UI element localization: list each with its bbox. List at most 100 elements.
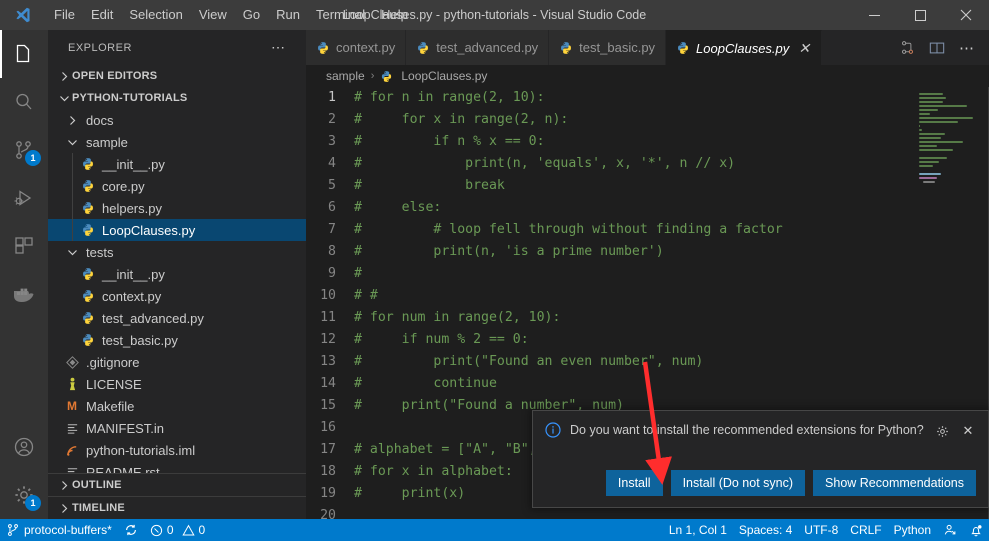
tree-item-label: core.py	[102, 178, 145, 194]
line-number: 3	[328, 134, 336, 149]
text-icon	[64, 464, 80, 473]
tree-item-makefile[interactable]: M Makefile	[48, 395, 306, 417]
show-recommendations-button[interactable]: Show Recommendations	[813, 470, 976, 496]
python-icon	[80, 266, 96, 282]
warning-icon	[181, 524, 195, 535]
menu-view[interactable]: View	[191, 0, 235, 30]
section-workspace[interactable]: PYTHON-TUTORIALS	[48, 87, 306, 109]
status-error-count: 0	[166, 523, 174, 537]
activity-search[interactable]	[0, 78, 48, 126]
minimap-line	[923, 181, 935, 183]
tree-item-gitignore[interactable]: .gitignore	[48, 351, 306, 373]
maximize-button[interactable]	[897, 0, 943, 30]
line-number: 10	[320, 288, 336, 303]
line-text: # print("Found an even number", num)	[354, 354, 704, 369]
menu-go[interactable]: Go	[235, 0, 268, 30]
activity-extensions[interactable]	[0, 222, 48, 270]
section-timeline[interactable]: TIMELINE	[48, 496, 306, 519]
python-icon	[416, 41, 430, 55]
tree-item-loopclauses[interactable]: LoopClauses.py	[48, 219, 306, 241]
code-line: 5 # break	[306, 175, 989, 197]
sidebar-more-icon[interactable]: ⋯	[271, 39, 286, 56]
tree-item-context[interactable]: context.py	[48, 285, 306, 307]
python-icon	[80, 156, 96, 172]
sidebar-bottom-sections: OUTLINE TIMELINE	[48, 473, 306, 519]
status-encoding[interactable]: UTF-8	[798, 519, 844, 541]
menu-run[interactable]: Run	[268, 0, 308, 30]
status-sync[interactable]	[118, 519, 144, 541]
install-button[interactable]: Install	[605, 470, 663, 496]
minimap-line	[919, 177, 937, 179]
status-branch[interactable]: protocol-buffers*	[0, 519, 118, 541]
notification-toast[interactable]: Do you want to install the recommended e…	[532, 410, 989, 508]
tab-close-icon[interactable]: ✕	[797, 40, 811, 57]
activity-manage[interactable]: 1	[0, 471, 48, 519]
tree-item-tests-init[interactable]: __init__.py	[48, 263, 306, 285]
minimap-line	[919, 101, 943, 103]
tree-item-test-basic[interactable]: test_basic.py	[48, 329, 306, 351]
breadcrumb-folder[interactable]: sample	[326, 69, 365, 83]
code-line: 10 # #	[306, 285, 989, 307]
minimap-line	[919, 121, 958, 123]
tab-bar: context.py test_advanced.py test_basic.p…	[306, 30, 989, 65]
search-icon	[16, 93, 32, 110]
tab-label: test_basic.py	[579, 40, 656, 55]
tab-test-advanced-py[interactable]: test_advanced.py	[406, 30, 550, 65]
install-do-not-sync-button[interactable]: Install (Do not sync)	[670, 470, 806, 496]
activity-accounts[interactable]	[0, 423, 48, 471]
section-open-editors[interactable]: OPEN EDITORS	[48, 65, 306, 87]
tab-test-basic-py[interactable]: test_basic.py	[549, 30, 667, 65]
status-eol[interactable]: CRLF	[844, 519, 887, 541]
split-editor-icon[interactable]	[893, 34, 921, 62]
close-icon[interactable]: ✕	[958, 421, 978, 441]
source-control-icon	[8, 524, 18, 536]
breadcrumb-file[interactable]: LoopClauses.py	[401, 69, 487, 83]
python-icon	[80, 310, 96, 326]
tree-item-iml[interactable]: python-tutorials.iml	[48, 439, 306, 461]
more-actions-icon[interactable]: ⋯	[953, 34, 981, 62]
activity-run-debug[interactable]	[0, 174, 48, 222]
minimap-line	[919, 113, 930, 115]
menu-file[interactable]: File	[46, 0, 83, 30]
layout-icon[interactable]	[923, 34, 951, 62]
tree-item-sample-init[interactable]: __init__.py	[48, 153, 306, 175]
tree-item-readme[interactable]: README.rst	[48, 461, 306, 473]
status-indentation[interactable]: Spaces: 4	[733, 519, 798, 541]
editor-actions: ⋯	[893, 30, 989, 65]
tree-item-sample[interactable]: sample	[48, 131, 306, 153]
line-number: 18	[320, 464, 336, 479]
tree-item-docs[interactable]: docs	[48, 109, 306, 131]
section-workspace-label: PYTHON-TUTORIALS	[72, 92, 188, 104]
section-outline[interactable]: OUTLINE	[48, 473, 306, 496]
tree-item-manifest[interactable]: MANIFEST.in	[48, 417, 306, 439]
menu-terminal[interactable]: Terminal	[308, 0, 373, 30]
chevron-down-icon	[56, 93, 72, 104]
status-notifications[interactable]	[963, 519, 989, 541]
status-cursor-position[interactable]: Ln 1, Col 1	[663, 519, 733, 541]
tree-item-tests[interactable]: tests	[48, 241, 306, 263]
tree-item-test-advanced[interactable]: test_advanced.py	[48, 307, 306, 329]
gear-icon[interactable]	[932, 421, 952, 441]
activity-docker[interactable]	[0, 270, 48, 318]
code-line: 14 # continue	[306, 373, 989, 395]
line-number: 8	[328, 244, 336, 259]
tab-loopclauses-py[interactable]: LoopClauses.py ✕	[666, 30, 823, 65]
tree-item-core[interactable]: core.py	[48, 175, 306, 197]
title-bar: File Edit Selection View Go Run Terminal…	[0, 0, 989, 30]
activity-source-control[interactable]: 1	[0, 126, 48, 174]
activity-explorer[interactable]	[0, 30, 48, 78]
menu-edit[interactable]: Edit	[83, 0, 121, 30]
status-language-mode[interactable]: Python	[888, 519, 937, 541]
minimize-button[interactable]	[851, 0, 897, 30]
tree-item-label: helpers.py	[102, 200, 162, 216]
close-button[interactable]	[943, 0, 989, 30]
tab-context-py[interactable]: context.py	[306, 30, 407, 65]
window-controls	[851, 0, 989, 30]
tree-item-helpers[interactable]: helpers.py	[48, 197, 306, 219]
menu-selection[interactable]: Selection	[121, 0, 190, 30]
status-feedback[interactable]	[937, 519, 963, 541]
line-number: 7	[328, 222, 336, 237]
menu-help[interactable]: Help	[373, 0, 416, 30]
status-problems[interactable]: 0 0	[144, 519, 211, 541]
tree-item-license[interactable]: LICENSE	[48, 373, 306, 395]
